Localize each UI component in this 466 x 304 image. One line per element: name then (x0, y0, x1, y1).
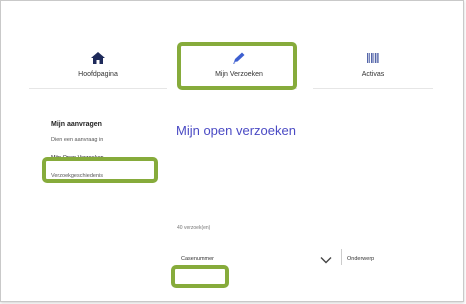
page-frame: Hoofdpagina Mijn Verzoeken Activas Mijn … (0, 0, 464, 302)
column-divider (341, 249, 342, 265)
highlight-my-open-requests-link (42, 157, 158, 183)
chevron-down-icon[interactable] (319, 252, 333, 264)
highlight-my-requests-tab (177, 42, 297, 90)
barcode-icon (313, 51, 433, 67)
nav-assets-label: Activas (361, 71, 385, 78)
nav-assets[interactable]: Activas (313, 47, 433, 89)
nav-home[interactable]: Hoofdpagina (29, 47, 167, 89)
column-header-case-number[interactable]: Casenummer (181, 256, 214, 262)
nav-home-label: Hoofdpagina (78, 71, 118, 78)
home-icon (29, 51, 167, 67)
column-header-subject[interactable]: Onderwerp (347, 256, 374, 262)
request-count: 40 verzoek(en) (177, 225, 211, 231)
sidebar-item-submit-request[interactable]: Dien een aanvraag in (51, 137, 161, 143)
sidebar-title: Mijn aanvragen (51, 121, 102, 128)
page-title: Mijn open verzoeken (176, 123, 296, 138)
highlight-case-number-column (171, 265, 229, 288)
